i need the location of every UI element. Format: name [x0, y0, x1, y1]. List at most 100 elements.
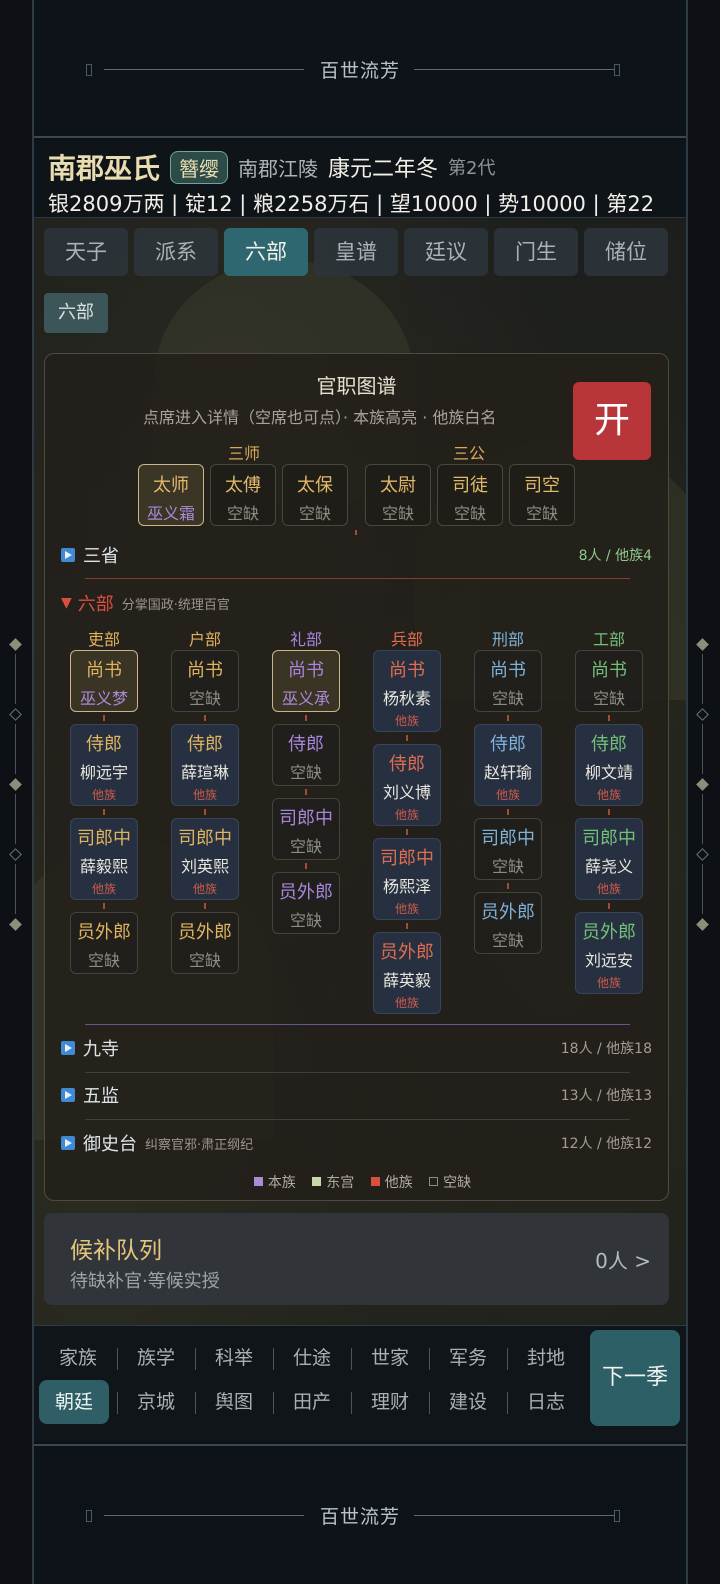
office-seat[interactable]: 侍郎 薛瑄琳 他族 [171, 724, 239, 806]
connector [406, 923, 408, 929]
office-seat[interactable]: 侍郎 刘义博 他族 [373, 744, 441, 826]
office-seat[interactable]: 员外郎 空缺 [171, 912, 239, 974]
nav-jingcheng[interactable]: 京城 [117, 1380, 195, 1424]
bottom-banner: 百世流芳 [34, 1444, 686, 1584]
tab-tingyi[interactable]: 廷议 [404, 228, 488, 276]
expand-arrow-icon [61, 548, 75, 562]
connector [406, 829, 408, 835]
nav-keju[interactable]: 科举 [195, 1336, 273, 1380]
nav-zuxue[interactable]: 族学 [117, 1336, 195, 1380]
office-holder: 薛毅熙 [79, 857, 128, 876]
connector [204, 903, 206, 909]
post-situ[interactable]: 司徒 空缺 [437, 464, 503, 526]
nav-shijia[interactable]: 世家 [351, 1336, 429, 1380]
office-seat[interactable]: 侍郎 空缺 [272, 724, 340, 786]
expand-arrow-icon [61, 1088, 75, 1102]
office-title: 员外郎 [582, 922, 636, 943]
post-taishi[interactable]: 太师 巫义霜 [138, 464, 204, 526]
office-seat[interactable]: 侍郎 柳远宇 他族 [70, 724, 138, 806]
office-title: 侍郎 [389, 754, 425, 775]
office-title: 司郎中 [481, 828, 535, 849]
office-holder: 柳远宇 [79, 763, 128, 782]
clan-tag: 他族 [495, 788, 520, 802]
office-seat[interactable]: 尚书 巫义梦 [70, 650, 138, 712]
nav-rizhi[interactable]: 日志 [507, 1380, 585, 1424]
nav-tianchan[interactable]: 田产 [273, 1380, 351, 1424]
office-seat[interactable]: 侍郎 赵轩瑜 他族 [474, 724, 542, 806]
clan-tag: 他族 [394, 902, 419, 916]
office-holder: 巫义梦 [79, 689, 128, 708]
office-chart-panel: 官职图谱 点席进入详情（空席也可点）· 本族高亮 · 他族白名 开 三师 三公 … [44, 353, 669, 1201]
office-holder: 杨熙泽 [382, 877, 431, 896]
section-liubu[interactable]: ▼ 六部 分掌国政·统理百官 [61, 590, 652, 616]
sub-tab-liubu[interactable]: 六部 [44, 293, 108, 333]
nav-shitu[interactable]: 仕途 [273, 1336, 351, 1380]
office-seat[interactable]: 员外郎 刘远安 他族 [575, 912, 643, 994]
office-seat[interactable]: 司郎中 薛毅熙 他族 [70, 818, 138, 900]
office-seat[interactable]: 尚书 巫义承 [272, 650, 340, 712]
queue-count: 0人 > [595, 1249, 651, 1273]
tab-liubu[interactable]: 六部 [224, 228, 308, 276]
office-seat[interactable]: 司郎中 薛尧义 他族 [575, 818, 643, 900]
connector [406, 735, 408, 741]
tab-chuwei[interactable]: 储位 [584, 228, 668, 276]
office-title: 尚书 [591, 660, 627, 681]
office-seat[interactable]: 侍郎 柳文靖 他族 [575, 724, 643, 806]
open-button[interactable]: 开 [573, 382, 651, 460]
office-holder: 柳文靖 [584, 763, 633, 782]
office-title: 尚书 [288, 660, 324, 681]
post-sikong[interactable]: 司空 空缺 [509, 464, 575, 526]
office-holder: 空缺 [289, 763, 322, 782]
section-wujian[interactable]: 五监 13人 / 他族13 [61, 1082, 652, 1108]
nav-jianshe[interactable]: 建设 [429, 1380, 507, 1424]
office-seat[interactable]: 尚书 空缺 [171, 650, 239, 712]
connector [608, 903, 610, 909]
tab-tianzi[interactable]: 天子 [44, 228, 128, 276]
office-holder: 空缺 [87, 951, 120, 970]
section-sansheng[interactable]: 三省 8人 / 他族4 [61, 542, 652, 568]
office-seat[interactable]: 尚书 杨秋素 他族 [373, 650, 441, 732]
clan-tag: 他族 [394, 996, 419, 1010]
post-taiwei[interactable]: 太尉 空缺 [365, 464, 431, 526]
nav-row-2: 朝廷 京城 舆图 田产 理财 建设 日志 [39, 1380, 585, 1424]
office-holder: 空缺 [491, 857, 524, 876]
next-season-button[interactable]: 下一季 [590, 1330, 680, 1426]
office-title: 侍郎 [288, 734, 324, 755]
nav-yutu[interactable]: 舆图 [195, 1380, 273, 1424]
office-seat[interactable]: 司郎中 杨熙泽 他族 [373, 838, 441, 920]
office-seat[interactable]: 员外郎 薛英毅 他族 [373, 932, 441, 1014]
office-title: 尚书 [86, 660, 122, 681]
office-seat[interactable]: 司郎中 空缺 [272, 798, 340, 860]
office-seat[interactable]: 员外郎 空缺 [272, 872, 340, 934]
top-banner: 百世流芳 [34, 0, 686, 138]
dept-heading: 吏部 [87, 630, 120, 649]
office-seat[interactable]: 员外郎 空缺 [70, 912, 138, 974]
office-holder: 杨秋素 [382, 689, 431, 708]
office-seat[interactable]: 尚书 空缺 [575, 650, 643, 712]
clan-rank-badge[interactable]: 簪缨 [170, 150, 229, 184]
nav-junwu[interactable]: 军务 [429, 1336, 507, 1380]
tab-huangpu[interactable]: 皇谱 [314, 228, 398, 276]
office-holder: 薛英毅 [382, 971, 431, 990]
office-holder: 薛尧义 [584, 857, 633, 876]
nav-fengdi[interactable]: 封地 [507, 1336, 585, 1380]
tab-mensheng[interactable]: 门生 [494, 228, 578, 276]
post-taibao[interactable]: 太保 空缺 [282, 464, 348, 526]
section-jiusi[interactable]: 九寺 18人 / 他族18 [61, 1035, 652, 1061]
nav-licai[interactable]: 理财 [351, 1380, 429, 1424]
nav-chaoting[interactable]: 朝廷 [39, 1380, 109, 1424]
section-yushitai[interactable]: 御史台 纠察官邪·肃正纲纪 12人 / 他族12 [61, 1130, 652, 1156]
office-seat[interactable]: 司郎中 空缺 [474, 818, 542, 880]
office-seat[interactable]: 尚书 空缺 [474, 650, 542, 712]
frame-right-line [686, 0, 688, 1584]
clan-name: 南郡巫氏 [48, 152, 161, 185]
nav-jiazu[interactable]: 家族 [39, 1336, 117, 1380]
dept-heading: 户部 [188, 630, 221, 649]
post-taifu[interactable]: 太傅 空缺 [210, 464, 276, 526]
era-date: 康元二年冬 [328, 157, 439, 182]
office-seat[interactable]: 司郎中 刘英熙 他族 [171, 818, 239, 900]
office-seat[interactable]: 员外郎 空缺 [474, 892, 542, 954]
tab-paixi[interactable]: 派系 [134, 228, 218, 276]
candidate-queue[interactable]: 候补队列 待缺补官·等候实授 0人 > [44, 1213, 669, 1305]
divider [85, 1024, 630, 1025]
